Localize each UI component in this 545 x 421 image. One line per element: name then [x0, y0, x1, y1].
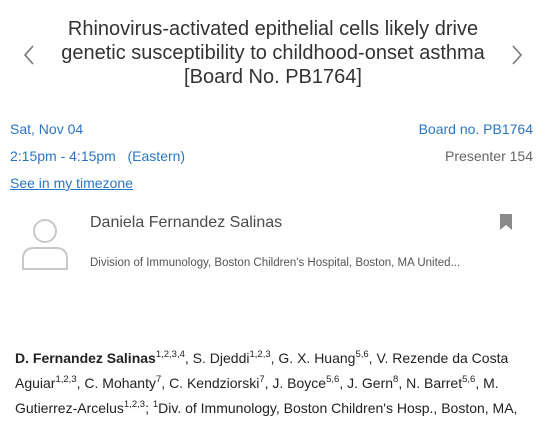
- session-time: 2:15pm - 4:15pm (Eastern): [10, 147, 185, 174]
- presenter-name[interactable]: Daniela Fernandez Salinas: [90, 214, 282, 232]
- previous-button[interactable]: [19, 42, 39, 68]
- chevron-right-icon: [512, 45, 523, 65]
- presenter-affiliation: Division of Immunology, Boston Children'…: [90, 257, 461, 269]
- session-date: Sat, Nov 04: [10, 121, 84, 137]
- timezone-label: (Eastern): [127, 148, 186, 164]
- affiliation-superscript: 1,2,3: [123, 399, 146, 410]
- time-range: 2:15pm - 4:15pm: [10, 148, 116, 164]
- poster-header: Rhinovirus-activated epithelial cells li…: [0, 0, 545, 100]
- presenter-card[interactable]: Daniela Fernandez Salinas Division of Im…: [0, 205, 545, 285]
- board-info: Board no. PB1764 Presenter 154: [419, 120, 533, 174]
- affiliation-text: Div. of Immunology, Boston Children's Ho…: [158, 400, 518, 416]
- author: S. Djeddi: [192, 350, 250, 366]
- author: C. Kendziorski: [169, 375, 260, 391]
- affiliation-superscript: 5,6: [462, 374, 476, 385]
- chevron-left-icon: [23, 45, 34, 65]
- session-info: Sat, Nov 04 2:15pm - 4:15pm (Eastern) Se…: [10, 120, 185, 201]
- presenter-number: Presenter 154: [445, 148, 533, 164]
- board-number: Board no. PB1764: [418, 121, 533, 137]
- affiliation-superscript: 1,2,3: [55, 374, 77, 385]
- affiliation-superscript: 1,2,3: [249, 349, 271, 360]
- affiliation-superscript: 5,6: [355, 349, 369, 360]
- author: N. Barret: [406, 375, 463, 391]
- affiliation-superscript: 1,2,3,4: [155, 349, 185, 360]
- affiliation-superscript: 5,6: [326, 374, 340, 385]
- author: J. Boyce: [272, 375, 327, 391]
- user-avatar-icon: [22, 219, 68, 270]
- author: C. Mohanty: [84, 375, 156, 391]
- author: G. X. Huang: [278, 350, 356, 366]
- poster-title: Rhinovirus-activated epithelial cells li…: [61, 18, 485, 88]
- author: J. Gern: [347, 375, 394, 391]
- author-list: D. Fernandez Salinas1,2,3,4, S. Djeddi1,…: [15, 349, 518, 416]
- affiliation-superscript: 8: [393, 374, 399, 385]
- next-button[interactable]: [507, 42, 527, 68]
- presenting-author: D. Fernandez Salinas: [15, 350, 156, 366]
- bookmark-icon[interactable]: [499, 213, 513, 231]
- affiliation-superscript: 7: [155, 374, 162, 385]
- affiliation-superscript: 7: [259, 374, 265, 385]
- see-in-my-timezone-link[interactable]: See in my timezone: [10, 175, 133, 191]
